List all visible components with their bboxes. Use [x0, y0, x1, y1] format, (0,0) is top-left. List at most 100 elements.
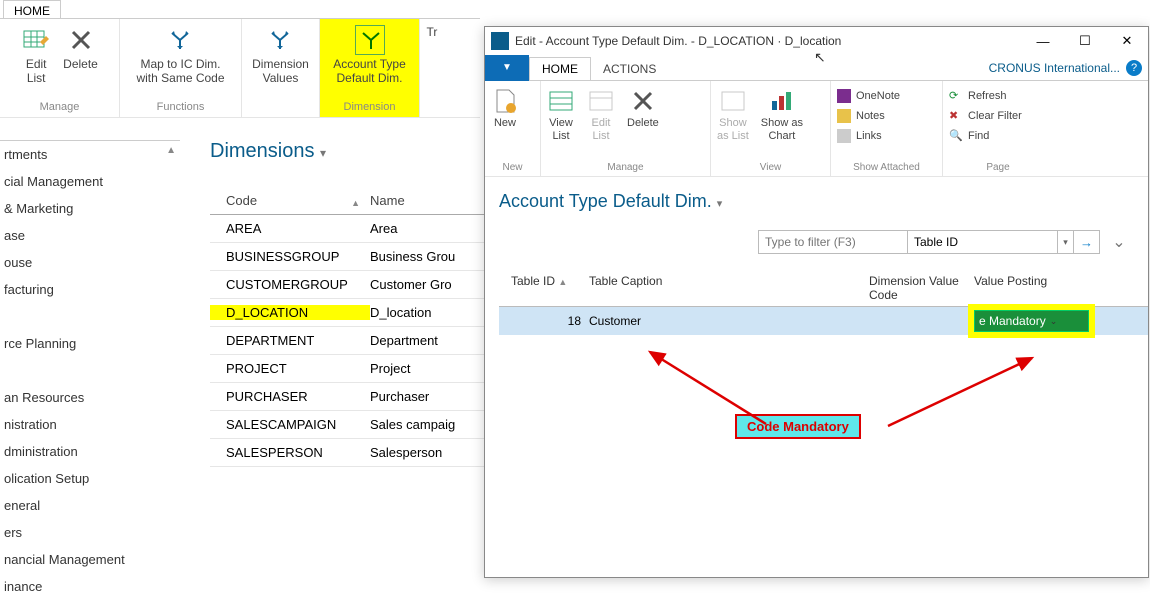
- cell-name[interactable]: Business Grou: [370, 249, 500, 264]
- view-list-button[interactable]: ViewList: [541, 87, 581, 143]
- cell-table-id[interactable]: 18: [499, 314, 589, 328]
- map-ic-dim-button[interactable]: Map to IC Dim. with Same Code: [130, 25, 230, 85]
- grid-pencil-icon: [21, 25, 51, 55]
- edit-list-button: EditList: [581, 87, 621, 143]
- cell-code[interactable]: PROJECT: [210, 361, 370, 376]
- col-header-name[interactable]: Name: [370, 193, 500, 208]
- cell-code[interactable]: BUSINESSGROUP: [210, 249, 370, 264]
- cell-name[interactable]: Area: [370, 221, 500, 236]
- notes-icon: [837, 109, 851, 123]
- cell-name[interactable]: Customer Gro: [370, 277, 500, 292]
- help-icon[interactable]: ?: [1126, 60, 1142, 76]
- sort-asc-icon: ▲: [351, 198, 360, 208]
- refresh-icon: ⟳: [949, 89, 963, 103]
- scroll-up-icon[interactable]: ▲: [166, 145, 176, 156]
- new-button[interactable]: New: [485, 87, 525, 130]
- cell-code[interactable]: SALESCAMPAIGN: [210, 417, 370, 432]
- filter-input[interactable]: [758, 230, 908, 254]
- edit-list-button[interactable]: Edit List: [15, 25, 57, 85]
- nav-item[interactable]: nistration: [0, 411, 180, 438]
- delete-x-icon: [66, 25, 96, 55]
- nav-item[interactable]: rce Planning: [0, 330, 180, 357]
- value-posting-cell[interactable]: e Mandatory ⌄: [974, 310, 1089, 332]
- tab-home[interactable]: HOME: [529, 57, 591, 80]
- refresh-button[interactable]: ⟳Refresh: [949, 89, 1047, 103]
- new-doc-icon: [491, 87, 519, 115]
- apply-filter-button[interactable]: →: [1074, 230, 1100, 254]
- tab-actions[interactable]: ACTIONS: [591, 58, 668, 80]
- company-label: CRONUS International...: [668, 61, 1126, 75]
- group-label: Dimension: [320, 99, 419, 117]
- minimize-button[interactable]: —: [1022, 27, 1064, 55]
- account-type-default-dim-button[interactable]: Account Type Default Dim.: [327, 25, 412, 85]
- close-button[interactable]: ✕: [1106, 27, 1148, 55]
- col-value-posting[interactable]: Value Posting: [974, 274, 1089, 302]
- cell-name[interactable]: Sales campaig: [370, 417, 500, 432]
- list-view-icon: [719, 87, 747, 115]
- arrows3-icon: [265, 25, 295, 55]
- filter-field-dropdown[interactable]: ▾: [1058, 230, 1074, 254]
- cell-code[interactable]: AREA: [210, 221, 370, 236]
- nav-item: [0, 357, 180, 384]
- onenote-button[interactable]: OneNote: [837, 89, 936, 103]
- menu-dropdown[interactable]: ▼: [485, 55, 529, 81]
- links-icon: [837, 129, 851, 143]
- cell-name[interactable]: Salesperson: [370, 445, 500, 460]
- onenote-icon: [837, 89, 851, 103]
- truncated-button[interactable]: Tr: [421, 25, 444, 39]
- cell-name[interactable]: Purchaser: [370, 389, 500, 404]
- chevron-down-icon[interactable]: ⌄: [1050, 316, 1058, 327]
- dimension-values-button[interactable]: Dimension Values: [246, 25, 315, 85]
- nav-item[interactable]: eneral: [0, 492, 180, 519]
- nav-item[interactable]: facturing: [0, 276, 180, 303]
- delete-icon: [629, 87, 657, 115]
- popup-window: Edit - Account Type Default Dim. - D_LOC…: [484, 26, 1149, 578]
- nav-item[interactable]: nancial Management: [0, 546, 180, 573]
- cell-name[interactable]: D_location: [370, 305, 500, 320]
- table-row[interactable]: 18 Customer e Mandatory ⌄: [499, 307, 1148, 335]
- maximize-button[interactable]: ☐: [1064, 27, 1106, 55]
- title-chevron-icon[interactable]: ▾: [717, 198, 723, 210]
- expand-filter-button[interactable]: ⌄: [1108, 230, 1130, 254]
- nav-item[interactable]: cial Management: [0, 168, 180, 195]
- nav-item[interactable]: & Marketing: [0, 195, 180, 222]
- nav-item[interactable]: ouse: [0, 249, 180, 276]
- col-header-code[interactable]: Code▲: [210, 193, 370, 208]
- nav-item[interactable]: ers: [0, 519, 180, 546]
- cell-code[interactable]: SALESPERSON: [210, 445, 370, 460]
- nav-item[interactable]: dministration: [0, 438, 180, 465]
- col-dim-value-code[interactable]: Dimension Value Code: [869, 274, 974, 302]
- cell-code[interactable]: PURCHASER: [210, 389, 370, 404]
- cell-code[interactable]: DEPARTMENT: [210, 333, 370, 348]
- cell-code[interactable]: D_LOCATION: [210, 305, 370, 320]
- col-table-id[interactable]: Table ID ▲: [499, 274, 589, 302]
- clear-filter-button[interactable]: ✖Clear Filter: [949, 109, 1047, 123]
- nav-item[interactable]: ase: [0, 222, 180, 249]
- nav-item[interactable]: olication Setup: [0, 465, 180, 492]
- nav-item[interactable]: an Resources: [0, 384, 180, 411]
- nav-item[interactable]: rtments: [0, 141, 180, 168]
- group-label: Functions: [120, 99, 241, 117]
- cursor-icon: ↖: [814, 49, 826, 66]
- cell-caption[interactable]: Customer: [589, 314, 869, 328]
- nav-item[interactable]: inance: [0, 573, 180, 600]
- col-table-caption[interactable]: Table Caption: [589, 274, 869, 302]
- delete-button[interactable]: Delete: [57, 25, 104, 85]
- annotation-label: Code Mandatory: [735, 414, 861, 439]
- title-chevron-icon[interactable]: ▾: [320, 146, 326, 160]
- links-button[interactable]: Links: [837, 129, 936, 143]
- chart-icon: [768, 87, 796, 115]
- delete-button[interactable]: Delete: [621, 87, 665, 143]
- list-icon: [547, 87, 575, 115]
- nav-tree: ▲ rtmentscial Management & Marketingaseo…: [0, 140, 180, 578]
- cell-name[interactable]: Project: [370, 361, 500, 376]
- find-button[interactable]: 🔍Find: [949, 129, 1047, 143]
- app-icon: [491, 32, 509, 50]
- filter-field-input[interactable]: [908, 230, 1058, 254]
- show-as-chart-button[interactable]: Show asChart: [755, 87, 809, 143]
- page-title: Dimensions: [210, 140, 314, 162]
- notes-button[interactable]: Notes: [837, 109, 936, 123]
- cell-name[interactable]: Department: [370, 333, 500, 348]
- cell-code[interactable]: CUSTOMERGROUP: [210, 277, 370, 292]
- edit-list-icon: [587, 87, 615, 115]
